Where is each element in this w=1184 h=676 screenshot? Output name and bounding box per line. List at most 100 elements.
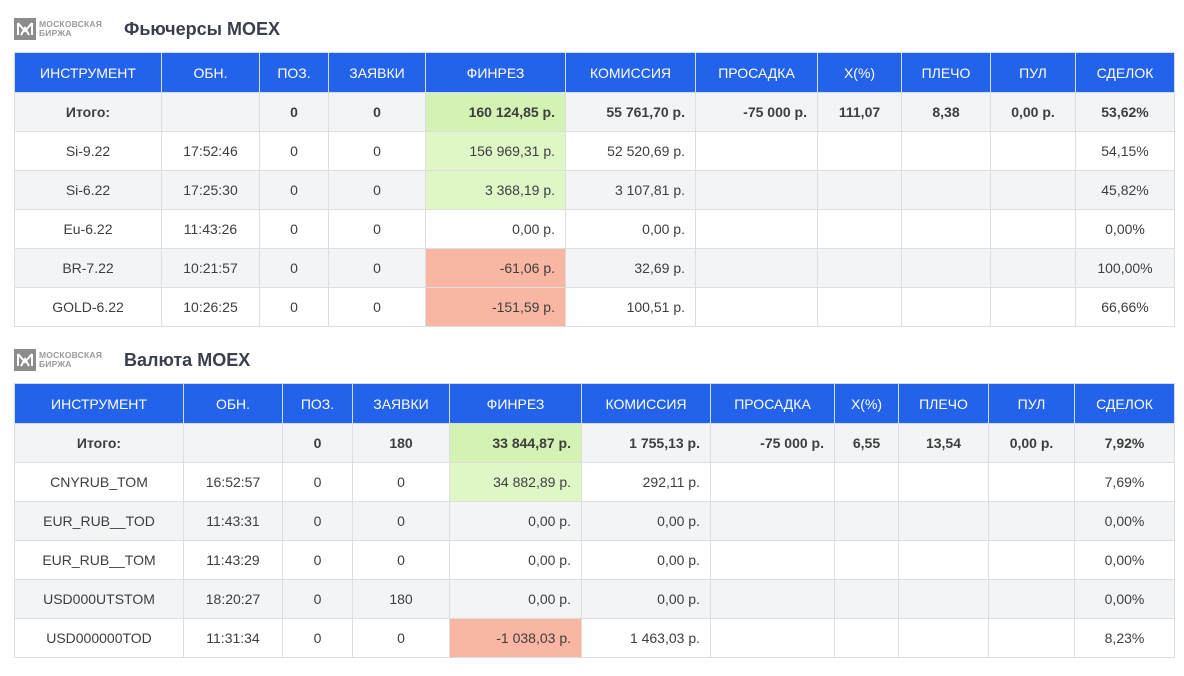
table-row: USD000UTSTOM 18:20:27 0 180 0,00 р. 0,00…	[14, 579, 1175, 619]
cell-time: 17:52:46	[161, 131, 260, 171]
cell-orders: 0	[352, 501, 450, 541]
cell-instrument: Eu-6.22	[14, 209, 162, 249]
cell-commission: 55 761,70 р.	[565, 92, 696, 132]
col-header-position[interactable]: ПОЗ.	[282, 383, 353, 424]
cell-pool	[988, 618, 1075, 658]
cell-x	[834, 579, 899, 619]
col-header-commission[interactable]: КОМИССИЯ	[565, 52, 696, 93]
cell-drawdown	[695, 248, 818, 288]
cell-finres: 0,00 р.	[449, 540, 582, 580]
cell-commission: 3 107,81 р.	[565, 170, 696, 210]
total-row: Итого: 0 0 160 124,85 р. 55 761,70 р. -7…	[14, 92, 1175, 132]
col-header-updated[interactable]: ОБН.	[183, 383, 283, 424]
cell-leverage	[898, 618, 989, 658]
table-row: USD000000TOD 11:31:34 0 0 -1 038,03 р. 1…	[14, 618, 1175, 658]
currency-section: Московская Биржа Валюта MOEX ИНСТРУМЕНТ …	[14, 345, 1175, 658]
cell-leverage	[901, 209, 991, 249]
futures-table: ИНСТРУМЕНТ ОБН. ПОЗ. ЗАЯВКИ ФИНРЕЗ КОМИС…	[14, 52, 1175, 327]
col-header-position[interactable]: ПОЗ.	[259, 52, 329, 93]
cell-leverage	[898, 462, 989, 502]
cell-drawdown	[695, 287, 818, 327]
col-header-drawdown[interactable]: ПРОСАДКА	[695, 52, 818, 93]
cell-pool	[990, 131, 1076, 171]
cell-commission: 1 463,03 р.	[581, 618, 711, 658]
col-header-orders[interactable]: ЗАЯВКИ	[328, 52, 426, 93]
cell-orders: 0	[328, 248, 426, 288]
col-header-commission[interactable]: КОМИССИЯ	[581, 383, 711, 424]
cell-instrument: Итого:	[14, 423, 184, 463]
futures-section: Московская Биржа Фьючерсы MOEX ИНСТРУМЕН…	[14, 14, 1175, 327]
cell-pos: 0	[259, 209, 329, 249]
cell-finres: 0,00 р.	[425, 209, 566, 249]
cell-pos: 0	[282, 501, 353, 541]
cell-pool	[988, 462, 1075, 502]
cell-time: 10:26:25	[161, 287, 260, 327]
col-header-leverage[interactable]: ПЛЕЧО	[898, 383, 989, 424]
col-header-pool[interactable]: ПУЛ	[990, 52, 1076, 93]
col-header-instrument[interactable]: ИНСТРУМЕНТ	[14, 52, 162, 93]
cell-orders: 0	[352, 618, 450, 658]
logo-text-line2: Биржа	[39, 28, 72, 38]
cell-leverage: 8,38	[901, 92, 991, 132]
cell-pool: 0,00 р.	[990, 92, 1076, 132]
cell-pos: 0	[282, 423, 353, 463]
cell-drawdown	[710, 618, 835, 658]
cell-instrument: CNYRUB_TOM	[14, 462, 184, 502]
cell-drawdown	[695, 170, 818, 210]
cell-drawdown: -75 000 р.	[710, 423, 835, 463]
cell-x	[834, 618, 899, 658]
cell-leverage	[901, 131, 991, 171]
table-row: Si-9.22 17:52:46 0 0 156 969,31 р. 52 52…	[14, 131, 1175, 171]
col-header-drawdown[interactable]: ПРОСАДКА	[710, 383, 835, 424]
col-header-orders[interactable]: ЗАЯВКИ	[352, 383, 450, 424]
cell-time: 17:25:30	[161, 170, 260, 210]
cell-leverage	[901, 170, 991, 210]
moex-logo: Московская Биржа	[14, 348, 110, 372]
col-header-deals[interactable]: СДЕЛОК	[1074, 383, 1175, 424]
cell-pos: 0	[259, 287, 329, 327]
cell-pos: 0	[282, 618, 353, 658]
cell-instrument: Si-9.22	[14, 131, 162, 171]
cell-deals: 0,00%	[1074, 579, 1175, 619]
logo-text-line2: Биржа	[39, 359, 72, 369]
col-header-finres[interactable]: ФИНРЕЗ	[425, 52, 566, 93]
cell-time: 11:43:29	[183, 540, 283, 580]
cell-deals: 53,62%	[1075, 92, 1175, 132]
table-row: EUR_RUB__TOM 11:43:29 0 0 0,00 р. 0,00 р…	[14, 540, 1175, 580]
cell-deals: 8,23%	[1074, 618, 1175, 658]
cell-instrument: USD000000TOD	[14, 618, 184, 658]
table-row: Eu-6.22 11:43:26 0 0 0,00 р. 0,00 р. 0,0…	[14, 209, 1175, 249]
cell-x	[834, 501, 899, 541]
col-header-finres[interactable]: ФИНРЕЗ	[449, 383, 582, 424]
cell-orders: 0	[328, 209, 426, 249]
cell-time	[183, 423, 283, 463]
col-header-deals[interactable]: СДЕЛОК	[1075, 52, 1175, 93]
cell-x	[817, 131, 902, 171]
col-header-instrument[interactable]: ИНСТРУМЕНТ	[14, 383, 184, 424]
cell-deals: 7,69%	[1074, 462, 1175, 502]
cell-commission: 0,00 р.	[581, 501, 711, 541]
cell-instrument: EUR_RUB__TOM	[14, 540, 184, 580]
cell-pos: 0	[282, 540, 353, 580]
cell-drawdown: -75 000 р.	[695, 92, 818, 132]
cell-commission: 32,69 р.	[565, 248, 696, 288]
cell-pos: 0	[259, 170, 329, 210]
col-header-leverage[interactable]: ПЛЕЧО	[901, 52, 991, 93]
cell-drawdown	[710, 501, 835, 541]
cell-x	[817, 287, 902, 327]
cell-commission: 100,51 р.	[565, 287, 696, 327]
cell-pool	[990, 287, 1076, 327]
cell-x	[834, 540, 899, 580]
cell-instrument: Итого:	[14, 92, 162, 132]
cell-orders: 0	[328, 131, 426, 171]
col-header-x-percent[interactable]: X(%)	[817, 52, 902, 93]
col-header-x-percent[interactable]: X(%)	[834, 383, 899, 424]
moex-logo-icon	[14, 18, 36, 40]
cell-deals: 0,00%	[1075, 209, 1175, 249]
currency-table: ИНСТРУМЕНТ ОБН. ПОЗ. ЗАЯВКИ ФИНРЕЗ КОМИС…	[14, 383, 1175, 658]
col-header-updated[interactable]: ОБН.	[161, 52, 260, 93]
cell-leverage	[898, 540, 989, 580]
cell-x: 6,55	[834, 423, 899, 463]
cell-time: 11:31:34	[183, 618, 283, 658]
col-header-pool[interactable]: ПУЛ	[988, 383, 1075, 424]
